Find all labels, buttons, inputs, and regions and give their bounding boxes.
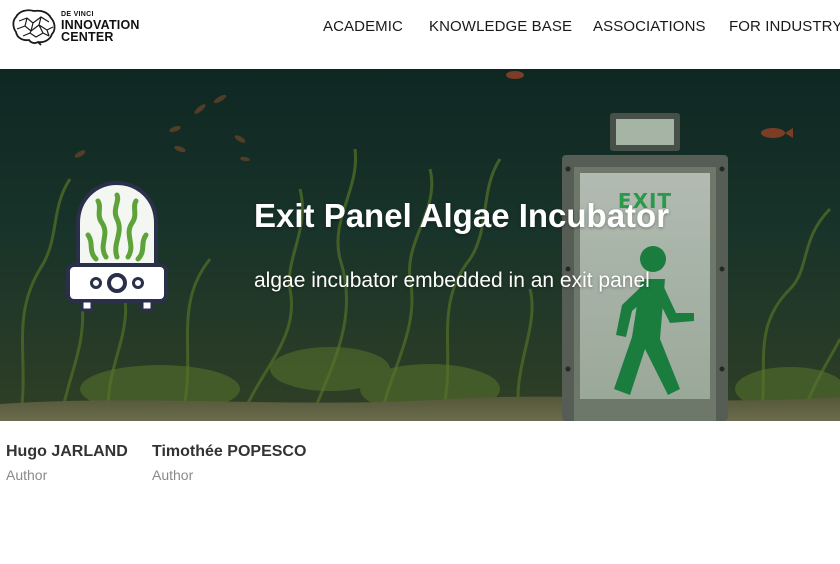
page-title: Exit Panel Algae Incubator [254,197,670,234]
site-logo[interactable]: DE VINCI INNOVATION CENTER [11,8,140,46]
author-role: Author [6,467,48,483]
nav-knowledge-base[interactable]: KNOWLEDGE BASE [429,18,572,35]
author-card: Timothée POPESCO Author [152,443,306,483]
algae-incubator-icon [66,181,168,312]
hero-banner: EXIT Exit Panel Algae Incubator algae in… [0,69,840,421]
nav-for-industry[interactable]: FOR INDUSTRY [729,18,840,35]
author-role: Author [152,467,194,483]
page-subtitle: algae incubator embedded in an exit pane… [254,269,650,292]
author-name[interactable]: Timothée POPESCO [152,443,306,461]
authors-section: Hugo JARLAND Author Timothée POPESCO Aut… [0,421,840,564]
brain-icon [12,9,56,46]
nav-associations[interactable]: ASSOCIATIONS [593,18,706,35]
nav-academic[interactable]: ACADEMIC [323,18,403,35]
site-header: DE VINCI INNOVATION CENTER ACADEMIC KNOW… [0,0,840,69]
logo-line-3: CENTER [61,30,114,44]
author-name[interactable]: Hugo JARLAND [6,443,128,461]
logo-line-1: DE VINCI [61,10,94,18]
author-card: Hugo JARLAND Author [6,443,128,483]
